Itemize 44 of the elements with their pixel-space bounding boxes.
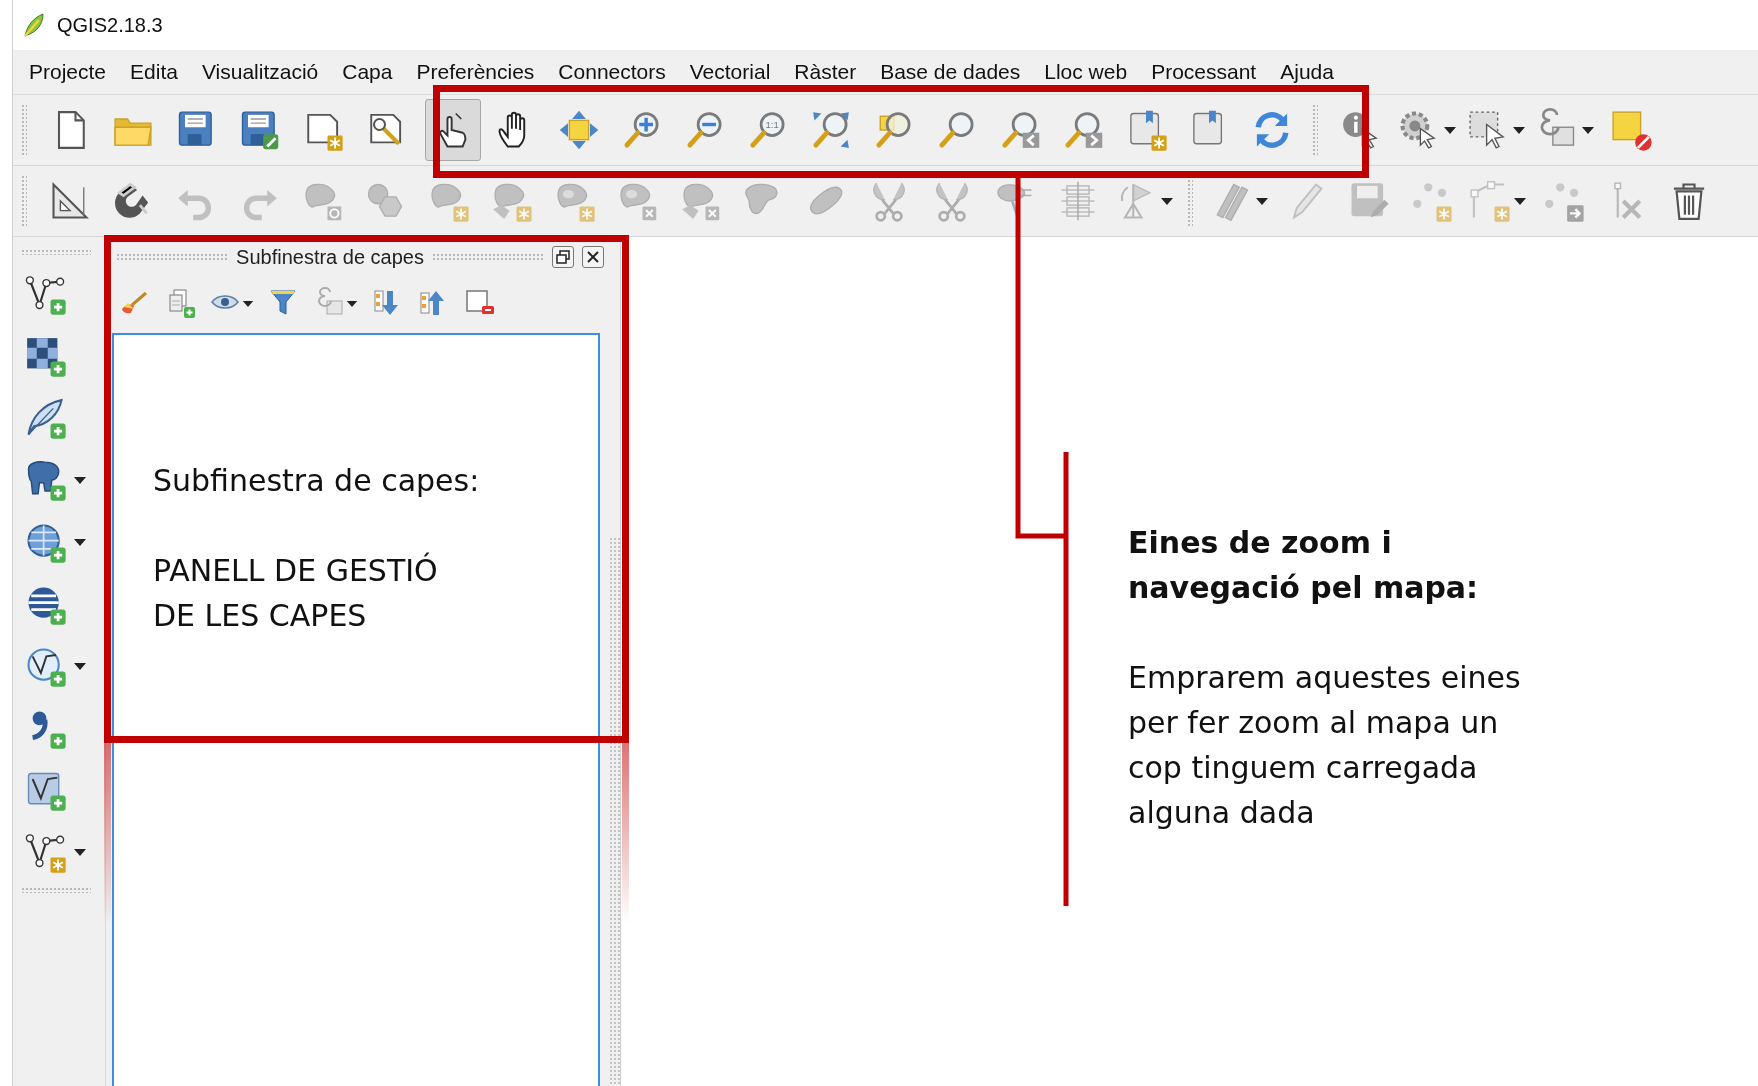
- menu-item[interactable]: Ràster: [782, 60, 869, 84]
- caret-icon[interactable]: [1443, 125, 1457, 135]
- note-text: PANELL DE GESTIÓ DE LES CAPES: [153, 551, 439, 635]
- menu-item[interactable]: Visualització: [189, 60, 331, 84]
- menu-item[interactable]: Capa: [330, 60, 405, 84]
- layer-list[interactable]: [112, 333, 600, 1086]
- caret-icon[interactable]: [242, 298, 254, 308]
- grip-handle[interactable]: [21, 887, 91, 893]
- menu-item[interactable]: Base de dades: [868, 60, 1033, 84]
- grip-handle[interactable]: [21, 249, 91, 255]
- close-icon: [585, 249, 601, 265]
- menu-item[interactable]: Lloc web: [1032, 60, 1140, 84]
- caret-icon[interactable]: [73, 475, 87, 485]
- caret-icon[interactable]: [73, 661, 87, 671]
- close-button[interactable]: [582, 246, 604, 268]
- menu-item[interactable]: Preferències: [404, 60, 547, 84]
- node-line-star-icon: [1467, 179, 1511, 223]
- four-arrows-icon: [557, 108, 601, 152]
- menu-item[interactable]: Edita: [118, 60, 190, 84]
- caret-icon[interactable]: [1581, 125, 1595, 135]
- grip-handle[interactable]: [21, 175, 27, 227]
- note-heading: Eines de zoom i navegació pel mapa:: [1128, 524, 1480, 607]
- caret-icon[interactable]: [346, 298, 358, 308]
- note-text: Emprarem aquestes eines per fer zoom al mapa un cop tinguem carregada alguna dada: [1128, 659, 1521, 832]
- float-button[interactable]: [552, 246, 574, 268]
- panel-title: Subfinestra de capes: [236, 245, 424, 269]
- grip-handle[interactable]: [1312, 104, 1318, 156]
- map-canvas[interactable]: [620, 237, 1758, 1086]
- note-heading: Subfinestra de capes:: [153, 462, 480, 500]
- window-title: QGIS2.18.3: [57, 13, 163, 37]
- caret-icon[interactable]: [73, 537, 87, 547]
- menu-item[interactable]: Projecte: [17, 60, 119, 84]
- menu-item[interactable]: Connectors: [546, 60, 678, 84]
- menu-item[interactable]: Processant: [1139, 60, 1269, 84]
- magnifier-button[interactable]: 1:1: [740, 99, 796, 161]
- menu-item[interactable]: Ajuda: [1268, 60, 1346, 84]
- restore-window-icon: [555, 249, 571, 265]
- caret-icon[interactable]: [1512, 125, 1526, 135]
- grip-handle[interactable]: [21, 104, 27, 156]
- leaf-logo-icon: [21, 12, 47, 38]
- caret-icon[interactable]: [73, 847, 87, 857]
- splitter-handle[interactable]: [610, 537, 620, 1086]
- square-no-entry-icon: [1609, 108, 1653, 152]
- menu-item[interactable]: Vectorial: [677, 60, 783, 84]
